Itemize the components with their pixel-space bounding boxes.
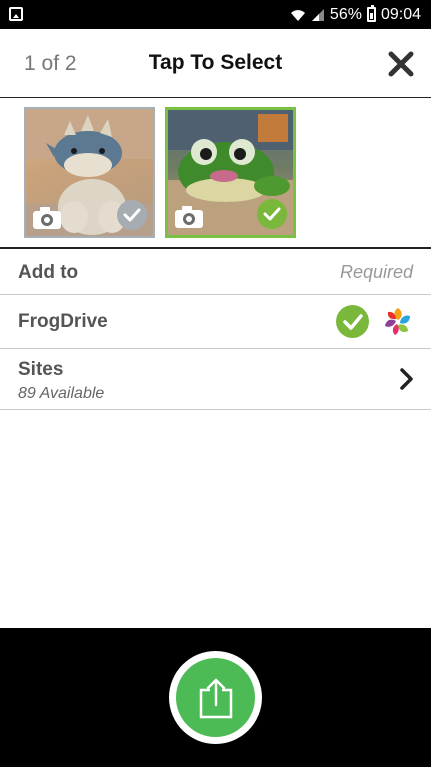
check-icon [263,207,281,221]
bottom-bar [0,628,431,767]
signal-icon [311,8,324,21]
camera-icon [175,206,203,228]
gallery-icon [9,7,23,21]
unselected-check[interactable] [117,200,147,230]
required-hint: Required [339,262,413,282]
camera-icon [33,207,61,229]
sites-label: Sites [18,359,64,380]
share-button-ring [169,651,262,744]
share-icon [199,678,232,718]
check-icon [342,313,363,330]
header: 1 of 2 Tap To Select [0,29,431,98]
check-icon [123,208,141,222]
status-bar: 56% 09:04 [0,0,431,29]
add-to-row: Add to Required [0,250,431,295]
frogdrive-toggle[interactable] [336,305,369,338]
sites-row[interactable]: Sites 89 Available [0,349,431,410]
close-icon[interactable] [388,51,414,77]
frogdrive-logo-icon [385,308,410,335]
battery-percent: 56% [329,5,362,23]
photo-strip [0,99,431,249]
page-title: Tap To Select [148,51,283,74]
clock: 09:04 [380,5,421,23]
share-button[interactable] [176,658,255,737]
battery-icon [366,5,376,22]
wifi-icon [290,9,305,21]
add-to-label: Add to [18,262,79,283]
thumbnail-frog[interactable] [165,107,296,238]
thumbnail-dinosaur[interactable] [24,107,155,238]
frogdrive-label: FrogDrive [18,311,108,332]
frogdrive-row[interactable]: FrogDrive [0,295,431,349]
status-icons: 56% 09:04 [290,0,421,29]
chevron-right-icon [400,368,413,390]
sites-available-count: 89 Available [18,385,105,402]
selected-check[interactable] [257,199,287,229]
